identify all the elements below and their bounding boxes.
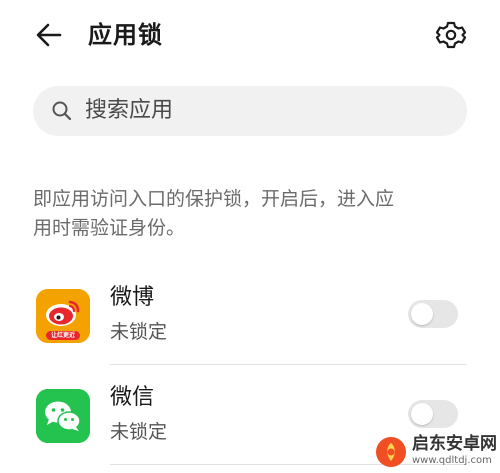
search-input[interactable]: 搜索应用 <box>33 86 467 136</box>
wechat-logo-icon <box>36 389 90 443</box>
app-name: 微信 <box>110 385 155 410</box>
weibo-icon-label: 让红更近 <box>50 332 75 339</box>
app-lock-page: 应用锁 搜索应用 即应用访问入口的保护锁，开启后，进入应 用时需验证身份。 让红… <box>0 0 500 473</box>
search-placeholder: 搜索应用 <box>85 98 174 123</box>
wechat-lock-toggle[interactable] <box>408 400 458 428</box>
gear-icon <box>435 21 467 49</box>
search-icon <box>52 101 72 121</box>
header: 应用锁 <box>0 0 500 70</box>
app-name: 微博 <box>110 285 155 310</box>
toggle-knob <box>411 403 433 425</box>
watermark-logo-icon <box>376 437 406 467</box>
page-title: 应用锁 <box>88 21 163 49</box>
watermark-text: 启东安卓网 <box>412 434 497 454</box>
divider <box>110 364 467 365</box>
toggle-knob <box>411 303 433 325</box>
weibo-app-icon: 让红更近 <box>36 289 90 343</box>
watermark: 启东安卓网 www.qdltdj.com <box>370 433 500 473</box>
back-button[interactable] <box>30 17 70 53</box>
weibo-lock-toggle[interactable] <box>408 300 458 328</box>
list-item-weibo[interactable]: 让红更近 微博 未锁定 <box>0 270 500 370</box>
description-line-1: 即应用访问入口的保护锁，开启后，进入应 <box>33 188 395 210</box>
settings-button[interactable] <box>432 17 470 53</box>
description-text: 即应用访问入口的保护锁，开启后，进入应 用时需验证身份。 <box>33 185 468 243</box>
app-lock-status: 未锁定 <box>110 321 168 343</box>
description-line-2: 用时需验证身份。 <box>33 217 186 239</box>
arrow-left-icon <box>36 23 62 47</box>
app-lock-status: 未锁定 <box>110 421 168 443</box>
wechat-app-icon <box>36 389 90 443</box>
watermark-url: www.qdltdj.com <box>412 455 492 466</box>
